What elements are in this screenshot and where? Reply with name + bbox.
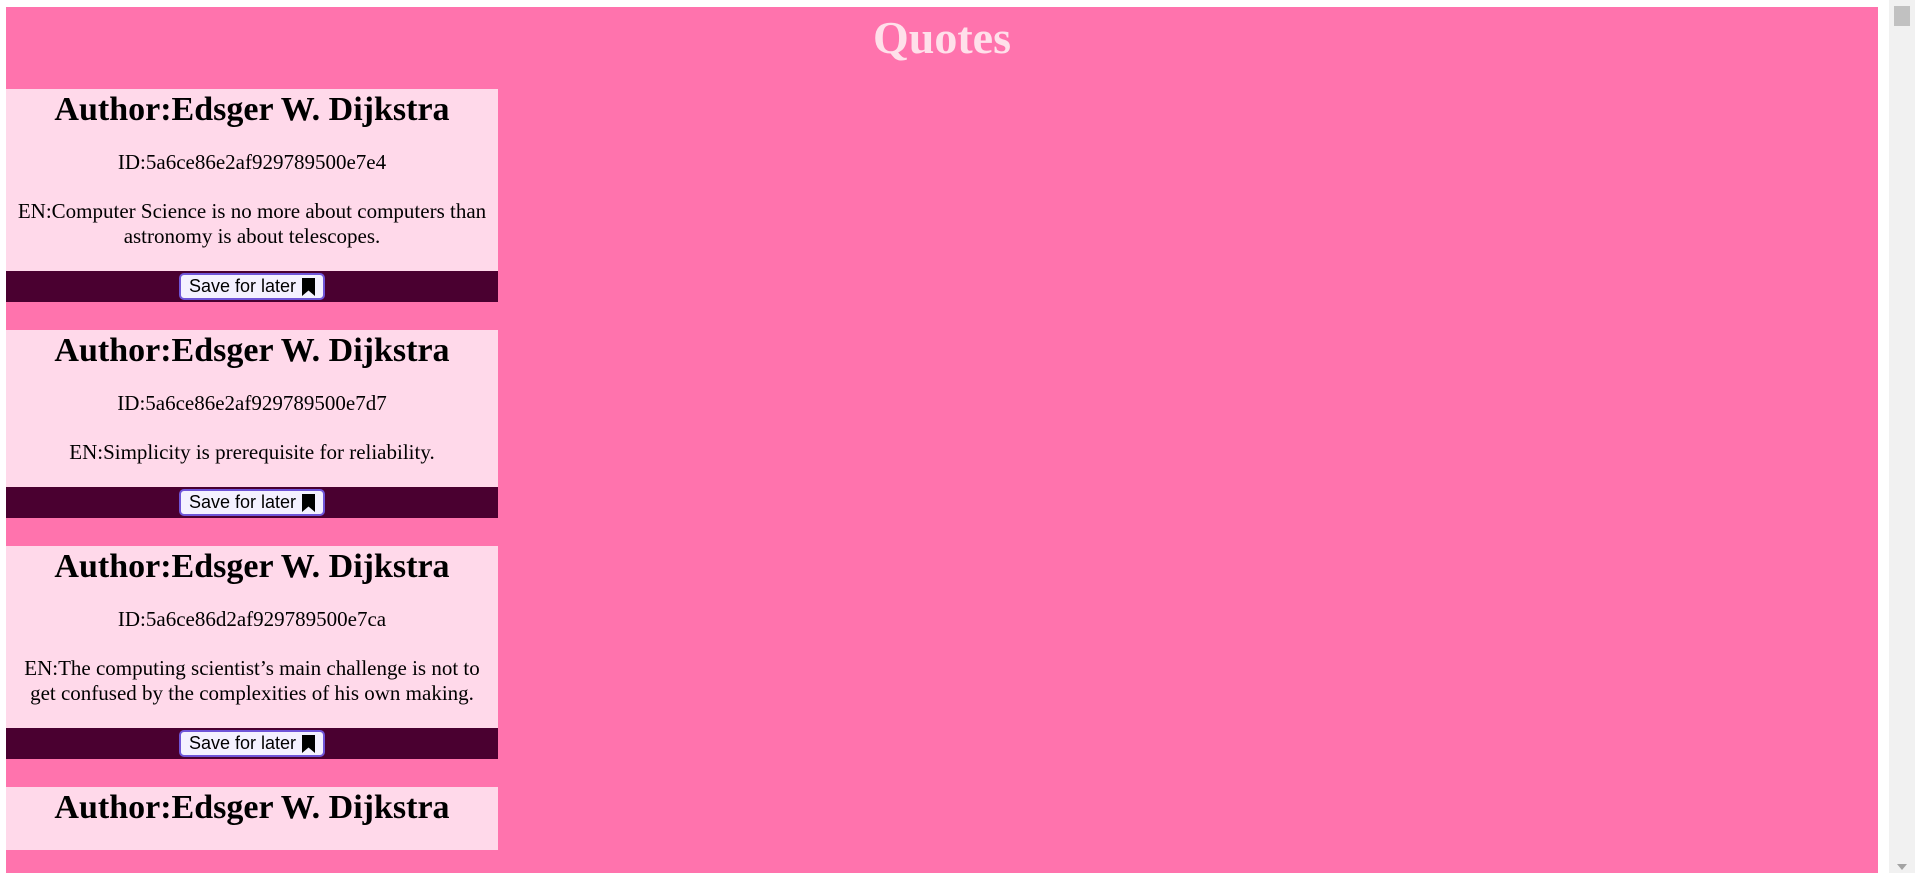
- bookmark-icon: [302, 734, 316, 753]
- quote-author: Author:Edsger W. Dijkstra: [54, 548, 450, 585]
- vertical-scrollbar[interactable]: [1889, 0, 1915, 873]
- bookmark-icon: [302, 493, 316, 512]
- save-button-label: Save for later: [188, 276, 297, 296]
- quote-id: ID:5a6ce86e2af929789500e7e4: [117, 150, 387, 174]
- quote-card: Author:Edsger W. Dijkstra ID:5a6ce86e2af…: [6, 330, 498, 518]
- quote-author: Author:Edsger W. Dijkstra: [54, 789, 450, 826]
- quote-body: Author:Edsger W. Dijkstra ID:5a6ce86e2af…: [6, 330, 498, 487]
- quote-actions-bar: Save for later: [6, 271, 498, 302]
- quote-text: EN:Computer Science is no more about com…: [17, 199, 487, 248]
- quote-body: Author:Edsger W. Dijkstra: [6, 787, 498, 850]
- quote-list: Author:Edsger W. Dijkstra ID:5a6ce86e2af…: [6, 89, 498, 873]
- page-title: Quotes: [873, 12, 1011, 63]
- save-button-label: Save for later: [188, 733, 297, 753]
- quote-actions-bar: Save for later: [6, 487, 498, 518]
- quote-author: Author:Edsger W. Dijkstra: [54, 332, 450, 369]
- save-button-label: Save for later: [188, 492, 297, 512]
- quote-card: Author:Edsger W. Dijkstra ID:5a6ce86d2af…: [6, 546, 498, 759]
- scroll-down-arrow-icon[interactable]: [1897, 864, 1907, 870]
- quote-id: ID:5a6ce86d2af929789500e7ca: [117, 607, 387, 631]
- scrollbar-thumb[interactable]: [1894, 6, 1910, 26]
- bookmark-icon: [302, 277, 316, 296]
- quote-card: Author:Edsger W. Dijkstra ID:5a6ce86e2af…: [6, 89, 498, 302]
- quote-body: Author:Edsger W. Dijkstra ID:5a6ce86d2af…: [6, 546, 498, 728]
- quote-id: ID:5a6ce86e2af929789500e7d7: [117, 391, 387, 415]
- save-for-later-button[interactable]: Save for later: [178, 730, 326, 757]
- quote-author: Author:Edsger W. Dijkstra: [54, 91, 450, 128]
- quote-card: Author:Edsger W. Dijkstra: [6, 787, 498, 850]
- save-for-later-button[interactable]: Save for later: [178, 489, 326, 516]
- quote-text: EN:Simplicity is prerequisite for reliab…: [69, 440, 435, 464]
- quote-actions-bar: Save for later: [6, 728, 498, 759]
- save-for-later-button[interactable]: Save for later: [178, 273, 326, 300]
- quote-body: Author:Edsger W. Dijkstra ID:5a6ce86e2af…: [6, 89, 498, 271]
- quote-text: EN:The computing scientist’s main challe…: [24, 656, 480, 705]
- quotes-page: Quotes Author:Edsger W. Dijkstra ID:5a6c…: [6, 7, 1878, 873]
